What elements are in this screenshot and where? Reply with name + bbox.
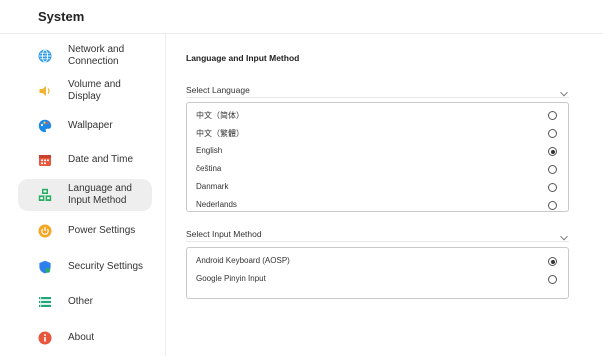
- sidebar-item-label: Volume and Display: [68, 79, 121, 102]
- radio-button[interactable]: [548, 275, 557, 284]
- language-option[interactable]: čeština: [196, 163, 561, 177]
- sidebar-item-label: Language and Input Method: [68, 183, 132, 206]
- input-method-option-label: Android Keyboard (AOSP): [196, 256, 290, 265]
- sidebar-item-wallpaper[interactable]: Wallpaper: [18, 110, 152, 142]
- language-option-label: English: [196, 146, 223, 155]
- radio-button[interactable]: [548, 165, 557, 174]
- chevron-down-icon[interactable]: [559, 230, 569, 241]
- info-icon: [38, 331, 52, 345]
- top-header: System: [0, 0, 603, 34]
- language-option[interactable]: Danmark: [196, 181, 561, 195]
- sidebar: Network and Connection Volume and Displa…: [0, 34, 166, 356]
- language-option-label: Danmark: [196, 182, 229, 191]
- language-option[interactable]: 中文（简体）: [196, 109, 561, 123]
- select-language-label: Select Language: [186, 85, 250, 95]
- radio-button-selected[interactable]: [548, 257, 557, 266]
- input-method-option-label: Google Pinyin Input: [196, 274, 266, 283]
- select-input-method-label: Select Input Method: [186, 229, 262, 239]
- divider: [186, 97, 569, 98]
- sidebar-item-date-time[interactable]: Date and Time: [18, 144, 152, 176]
- sidebar-item-about[interactable]: About: [18, 322, 152, 354]
- language-option-label: 中文（繁體）: [196, 129, 244, 138]
- sidebar-item-power[interactable]: Power Settings: [18, 215, 152, 247]
- language-option-label: 中文（简体）: [196, 111, 244, 120]
- sidebar-item-language-input[interactable]: Language and Input Method: [18, 179, 152, 211]
- language-option[interactable]: English: [196, 145, 561, 159]
- language-blocks-icon: [38, 188, 52, 202]
- section-title: Language and Input Method: [186, 53, 300, 63]
- language-option-label: Nederlands: [196, 200, 237, 209]
- input-method-option[interactable]: Google Pinyin Input: [196, 273, 561, 287]
- calendar-icon: [38, 153, 52, 167]
- power-icon: [38, 224, 52, 238]
- input-method-listbox[interactable]: Android Keyboard (AOSP) Google Pinyin In…: [186, 247, 569, 299]
- language-listbox[interactable]: 中文（简体） 中文（繁體） English čeština Danmark Ne…: [186, 102, 569, 212]
- divider: [186, 241, 569, 242]
- language-option-label: čeština: [196, 164, 222, 173]
- page-title: System: [38, 9, 85, 24]
- speaker-icon: [38, 84, 52, 98]
- list-icon: [38, 295, 52, 309]
- palette-icon: [38, 119, 52, 133]
- globe-icon: [38, 49, 52, 63]
- radio-button[interactable]: [548, 201, 557, 210]
- sidebar-item-label: Date and Time: [68, 154, 134, 165]
- radio-button-selected[interactable]: [548, 147, 557, 156]
- language-option[interactable]: Nederlands: [196, 199, 561, 211]
- main-panel: Language and Input Method Select Languag…: [167, 34, 603, 356]
- sidebar-item-label: Power Settings: [68, 225, 136, 236]
- sidebar-item-label: Network and Connection: [68, 44, 125, 67]
- sidebar-item-other[interactable]: Other: [18, 286, 152, 318]
- sidebar-item-security[interactable]: Security Settings: [18, 251, 152, 283]
- sidebar-item-label: Wallpaper: [68, 120, 113, 131]
- input-method-option[interactable]: Android Keyboard (AOSP): [196, 255, 561, 269]
- sidebar-item-label: About: [68, 332, 95, 343]
- sidebar-item-label: Other: [68, 296, 94, 307]
- shield-icon: [38, 260, 52, 274]
- language-option[interactable]: 中文（繁體）: [196, 127, 561, 141]
- sidebar-item-label: Security Settings: [68, 261, 144, 272]
- radio-button[interactable]: [548, 111, 557, 120]
- sidebar-item-volume-display[interactable]: Volume and Display: [18, 75, 152, 107]
- radio-button[interactable]: [548, 129, 557, 138]
- sidebar-item-network[interactable]: Network and Connection: [18, 40, 152, 72]
- radio-button[interactable]: [548, 183, 557, 192]
- chevron-down-icon[interactable]: [559, 86, 569, 97]
